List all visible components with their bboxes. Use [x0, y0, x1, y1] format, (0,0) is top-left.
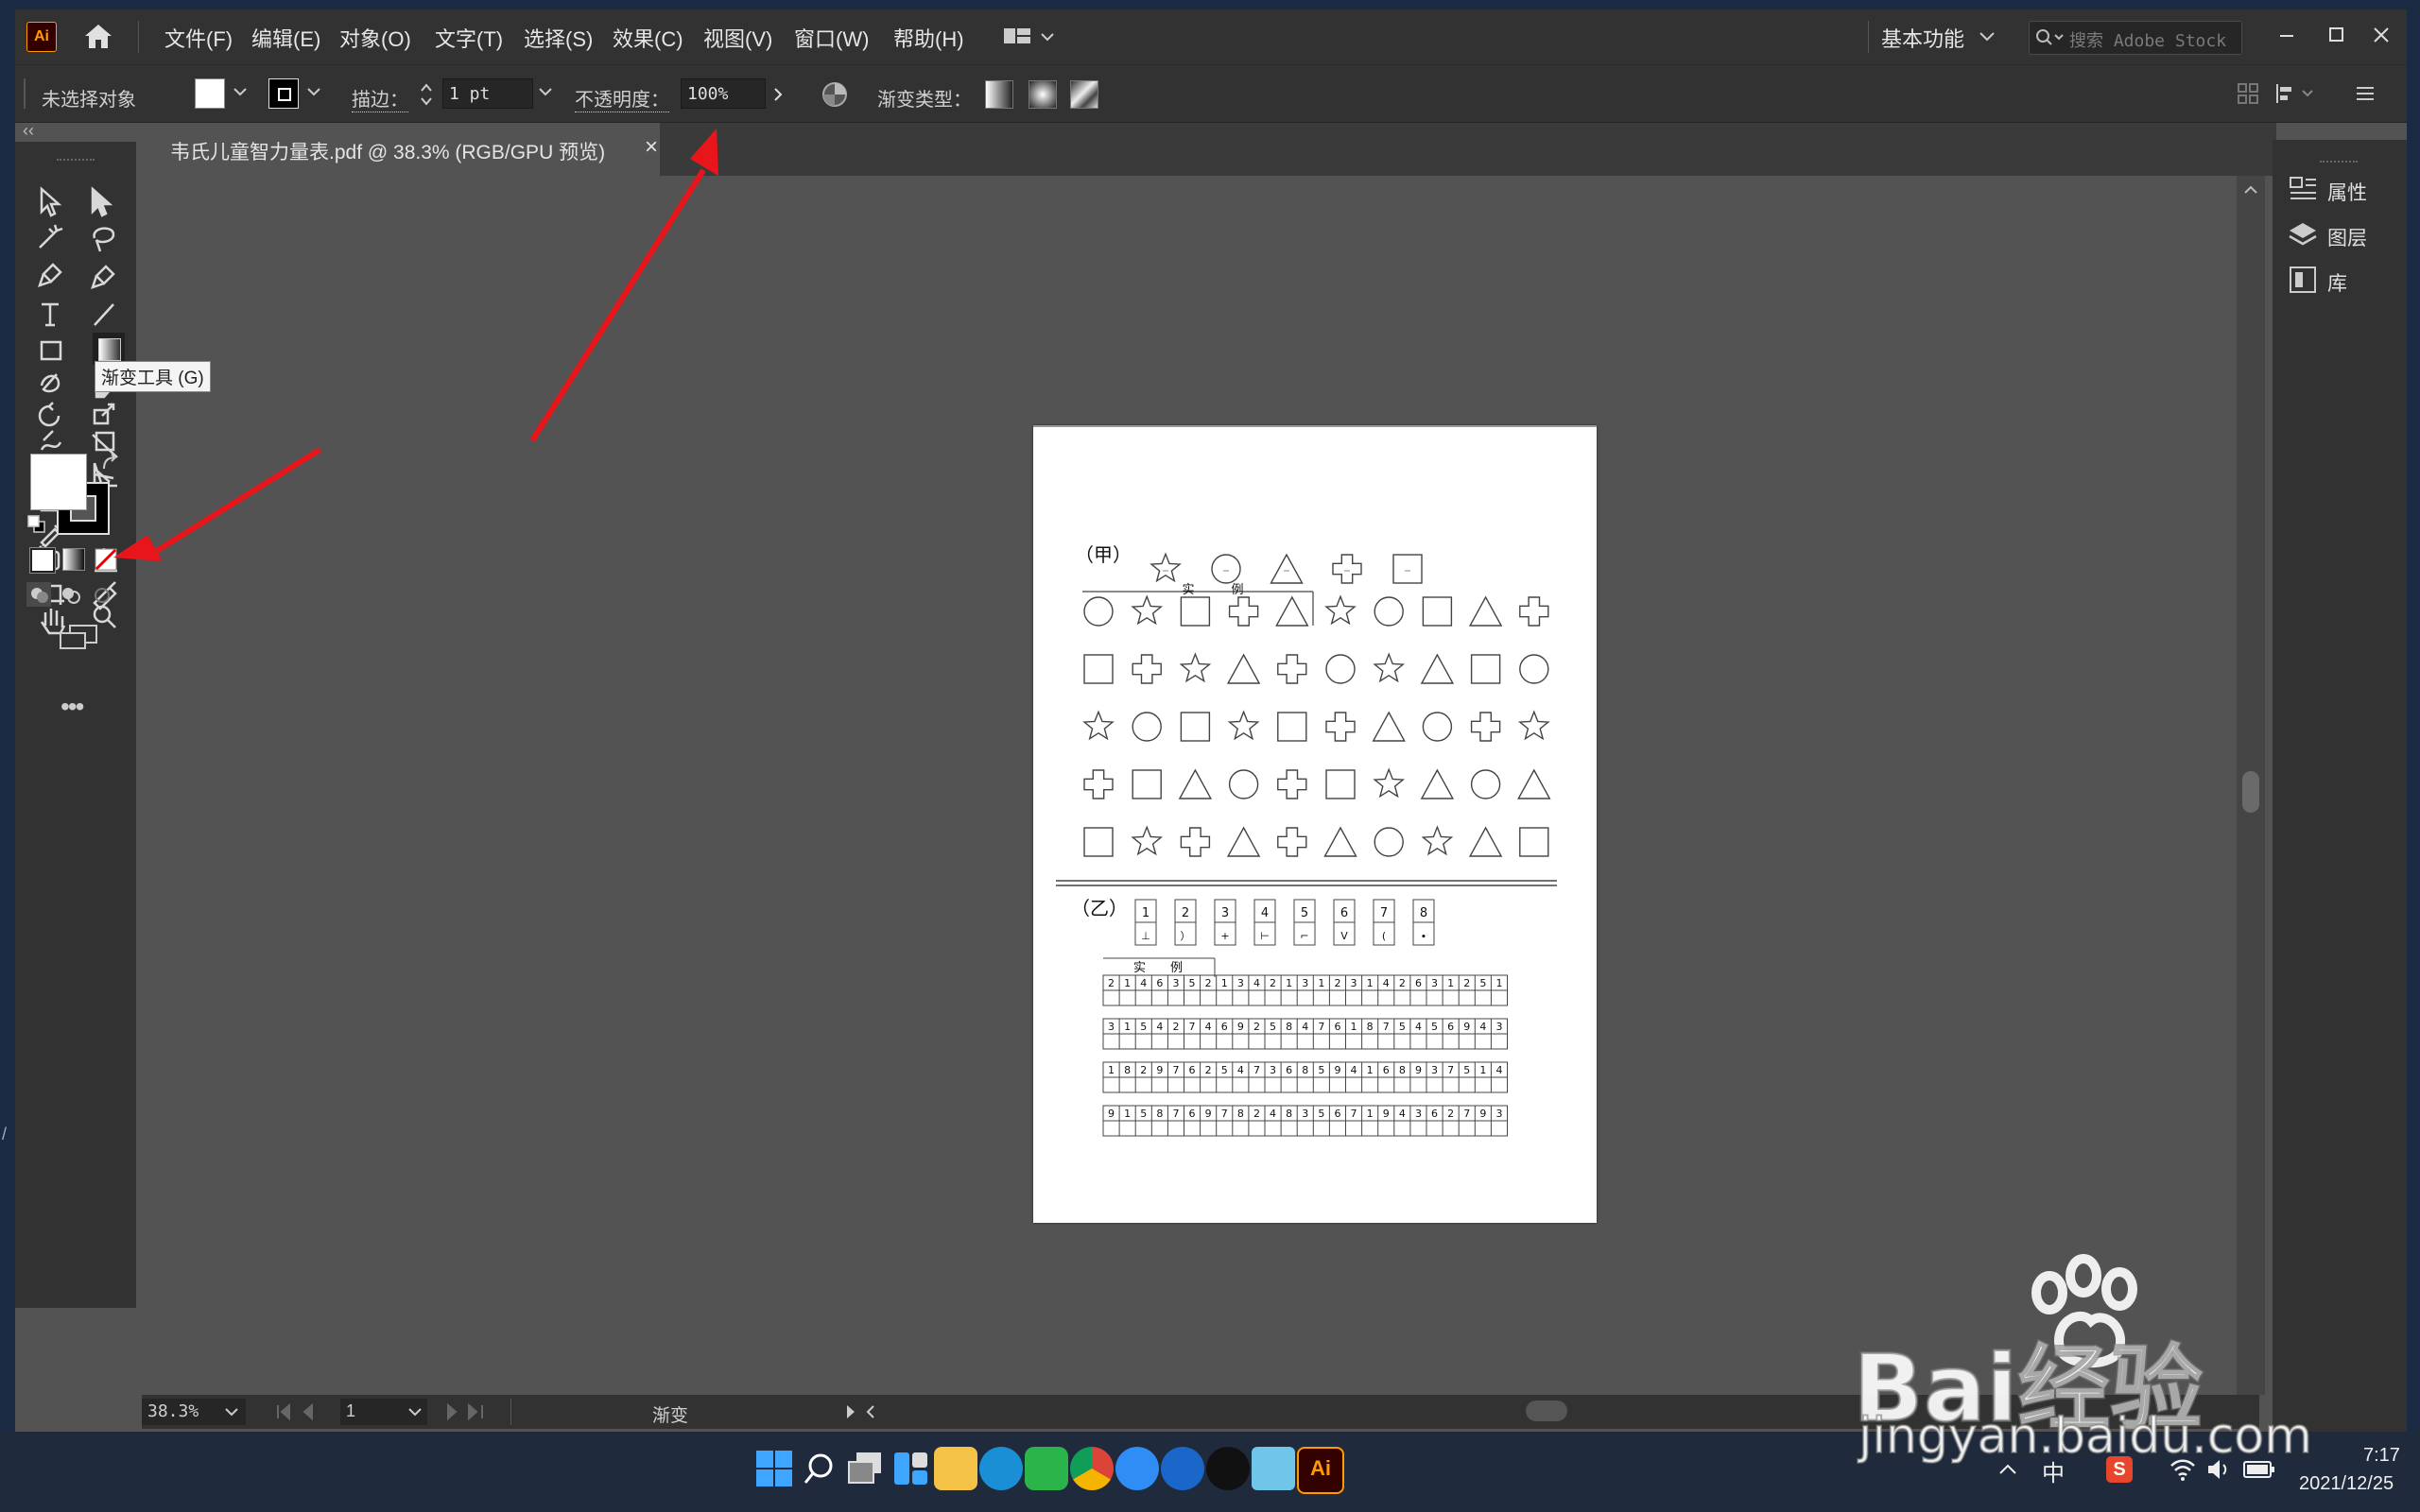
- wechat-icon[interactable]: [1025, 1447, 1068, 1490]
- illustrator-icon[interactable]: Ai: [1297, 1447, 1344, 1494]
- arrow-to-gradient-tool: [113, 447, 321, 561]
- task-view-icon[interactable]: [843, 1447, 887, 1490]
- clock-time[interactable]: 7:17: [2363, 1445, 2400, 1467]
- chrome-icon[interactable]: [1070, 1447, 1114, 1490]
- illustrator-window: Ai 文件(F) 编辑(E) 对象(O) 文字(T) 选择(S) 效果(C) 视…: [15, 9, 2407, 1432]
- feishu-icon[interactable]: [1115, 1447, 1159, 1490]
- arrow-to-opacity: [529, 129, 718, 442]
- annotation-arrows: [113, 129, 718, 561]
- edge-icon[interactable]: [979, 1447, 1023, 1490]
- desktop-edge-text: /: [2, 1125, 8, 1143]
- baidu-watermark: Bai经验 jingyan.baidu.com: [1851, 1247, 2344, 1466]
- onedrive-icon[interactable]: [1161, 1447, 1204, 1490]
- file-explorer-icon[interactable]: [934, 1447, 977, 1490]
- notepad-icon[interactable]: [1252, 1447, 1295, 1490]
- widgets-icon[interactable]: [889, 1447, 932, 1490]
- windows-start-icon[interactable]: [752, 1447, 796, 1490]
- clock-date[interactable]: 2021/12/25: [2299, 1473, 2394, 1495]
- baidu-url: jingyan.baidu.com: [1858, 1407, 2313, 1466]
- search-icon[interactable]: [798, 1447, 841, 1490]
- qq-icon[interactable]: [1206, 1447, 1250, 1490]
